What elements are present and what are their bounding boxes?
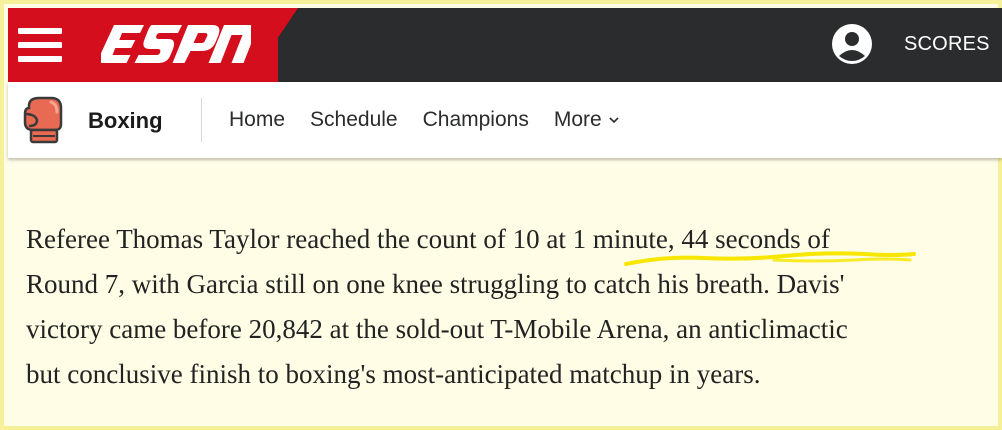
article-line: Round 7, with Garcia still on one knee s… [26,269,845,299]
espn-top-bar: SCORES [8,8,1002,82]
page-frame: SCORES Boxing Home Schedule Champions Mo… [0,0,1002,430]
article-line: Referee Thomas Taylor reached the count … [26,224,830,254]
sub-nav-links: Home Schedule Champions More [229,108,645,132]
chevron-down-icon [609,117,619,124]
sport-title[interactable]: Boxing [88,108,163,134]
article-line: victory came before 20,842 at the sold-o… [26,314,848,344]
article-body: Referee Thomas Taylor reached the count … [26,217,986,397]
sport-sub-nav: Boxing Home Schedule Champions More [8,82,1002,158]
nav-champions-link[interactable]: Champions [423,108,529,132]
nav-more-dropdown[interactable]: More [554,108,620,132]
article-line: but conclusive finish to boxing's most-a… [26,359,761,389]
nav-schedule-link[interactable]: Schedule [310,108,398,132]
nav-home-link[interactable]: Home [229,108,285,132]
nav-more-label: More [553,108,602,131]
hamburger-menu-icon[interactable] [18,28,62,62]
nav-divider [201,98,202,142]
user-account-icon[interactable] [831,23,873,65]
scores-link[interactable]: SCORES [904,33,990,56]
brand-red-slant [248,8,298,82]
espn-logo[interactable] [101,21,251,69]
article-paragraph: Referee Thomas Taylor reached the count … [26,217,986,397]
boxing-glove-icon[interactable] [21,96,65,144]
